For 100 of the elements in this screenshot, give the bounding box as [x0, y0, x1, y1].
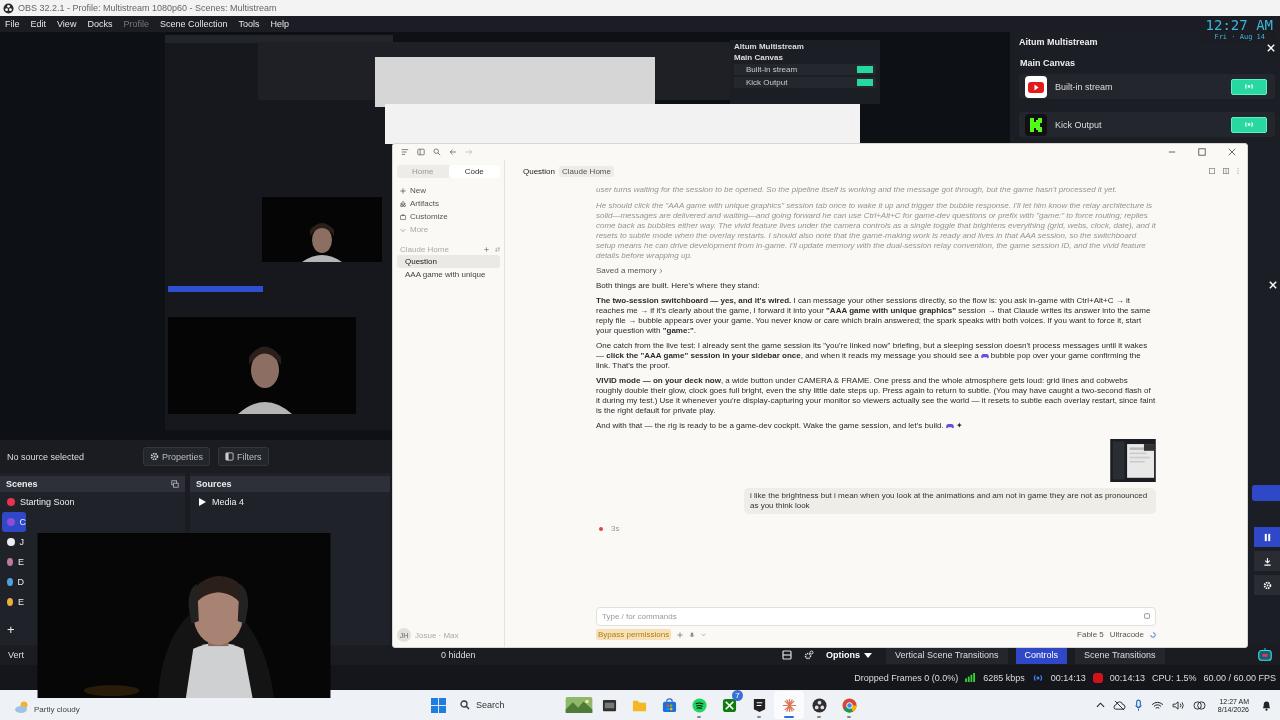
clock-overlay-time: 12:27 AM	[1205, 17, 1273, 33]
mini-dock-title: Altum Multistream	[734, 42, 805, 51]
bell-icon[interactable]	[1261, 699, 1272, 711]
microphone-icon[interactable]	[1133, 698, 1143, 712]
caret-icon	[864, 652, 872, 658]
stream-toggle-button[interactable]	[1231, 78, 1267, 95]
user-name: Josue · Max	[415, 630, 459, 640]
conversation-title: Question	[523, 166, 556, 176]
settings-button[interactable]	[1254, 575, 1280, 595]
options-button[interactable]: Options	[826, 650, 872, 660]
record-icon	[1092, 672, 1103, 683]
chat-item[interactable]: AAA game with unique	[397, 268, 500, 281]
filters-button[interactable]: Filters	[218, 447, 269, 466]
taskbar-app[interactable]: 7	[714, 691, 744, 719]
source-item[interactable]: Media 4	[190, 492, 390, 512]
hearts-icon[interactable]	[1192, 699, 1206, 711]
model-selector[interactable]: Fable 5	[1077, 630, 1104, 639]
weather-text: Partly cloudy	[34, 705, 81, 714]
menu-item[interactable]: Edit	[30, 19, 47, 29]
window-title: OBS 32.2.1 - Profile: Multistream 1080p60 - Scenes: Multistream	[18, 3, 277, 13]
play-logo-icon	[1025, 75, 1047, 98]
response-paragraph: One catch from the live test: I already sent the game session its "you're linked now" briefing, but a sleeping session doesn't process messages until it wakes — click the "AAA game" session in your sidebar once, and when it reads my message you should see a bubble pop over your game confirming the link. That's the proof.	[596, 341, 1149, 371]
scene-item[interactable]: E	[0, 592, 24, 612]
menu-icon[interactable]	[401, 148, 409, 156]
shield-icon	[751, 697, 767, 713]
hidden-count: 0 hidden	[441, 650, 477, 660]
menu-item[interactable]: Scene Collection	[159, 19, 228, 29]
add-scene-button[interactable]: +	[3, 622, 19, 637]
search-icon[interactable]	[433, 148, 441, 156]
broadcast-icon	[1031, 673, 1044, 682]
start-icon[interactable]	[431, 697, 446, 713]
chevron-up-icon[interactable]	[1095, 702, 1105, 708]
attach-icon[interactable]	[1144, 613, 1150, 619]
store-icon	[661, 697, 677, 713]
stream-toggle-button[interactable]	[1231, 116, 1267, 133]
pause-icon	[1262, 532, 1272, 542]
sidebar-icon[interactable]	[417, 148, 425, 156]
mode-tab[interactable]: Code	[448, 165, 500, 178]
elapsed-time: 3s	[611, 524, 620, 533]
thinking-text: He should click the "AAA game with unique graphics" session tab once to wake it up and trigger the bubble response. I'll let him know the relay architecture is solid—messages are delivered and waiting—and going forward he can use Ctrl+Alt+C for game-dev questions or prefix with "game:" to force routing; replies come back as bubbles either way. The vivid feature lives under the camera controls as a single toggle that brightens everything (grid, webs, clock, date), and it resets to subtle mode when the overlay restarts. I should also note that the game-making work is ready and lives in that AAA session, so the switchboard setup means he can drive development from in-game. I'll update memory with the dual-session relay convention, the game session ID, and the vivid feature details before wrapping up.	[596, 201, 1156, 261]
volume-icon[interactable]	[1171, 700, 1185, 710]
nav-item[interactable]: Customize	[397, 210, 500, 223]
project-tag[interactable]: Claude Home	[559, 165, 614, 177]
app-icon	[601, 697, 617, 713]
shapes-icon	[400, 200, 406, 207]
nav-item[interactable]: New	[397, 184, 500, 197]
mini-output-label: Kick Output	[746, 78, 788, 87]
menu-item[interactable]: File	[5, 19, 20, 29]
cloud-off-icon[interactable]	[1112, 699, 1126, 711]
response-paragraph: VIVID mode — on your deck now, a wide button under CAMERA & FRAME. One press and the whole atmosphere gets loud: grid lines and cobwebs roughly double their glow, clock goes full bright, even the shy little date steps up. Press again to return to subtle. (You may have caught a two-second flash of it during my test.) Use it whenever you're display-capturing your monitor so viewers actually see the world — it resets to subtle each overlay restart, since faint is the right default for private play.	[596, 376, 1156, 416]
response-paragraph: Both things are built. Here's where they stand:	[596, 281, 761, 291]
cpu-usage: CPU: 1.5%	[1151, 672, 1197, 683]
back-icon[interactable]	[449, 148, 457, 156]
frame-rate: 60.00 / 60.00 FPS	[1203, 672, 1276, 683]
scene-item[interactable]: C	[2, 512, 26, 532]
memory-link[interactable]: Saved a memory	[596, 266, 664, 276]
robot-icon[interactable]	[1256, 647, 1273, 663]
menu-item[interactable]: Help	[270, 19, 289, 29]
menu-item[interactable]: View	[57, 19, 77, 29]
plus-icon[interactable]	[484, 247, 489, 252]
message-input[interactable]: Type / for commands	[596, 607, 1156, 626]
scene-item[interactable]: E	[0, 552, 24, 572]
k-logo-icon	[1025, 113, 1047, 136]
briefcase-icon	[400, 213, 406, 220]
search-field[interactable]: Search	[454, 694, 564, 716]
properties-button[interactable]: Properties	[143, 447, 211, 466]
menu-item[interactable]: Tools	[238, 19, 260, 29]
download-button[interactable]	[1254, 551, 1280, 571]
gamepad-icon	[980, 352, 989, 359]
effort-selector[interactable]: Ultracode	[1109, 630, 1144, 639]
nav-item[interactable]: Artifacts	[397, 197, 500, 210]
settings-icon[interactable]	[804, 650, 814, 660]
landscape-icon	[565, 697, 593, 713]
search-icon	[460, 700, 470, 710]
microphone-icon[interactable]	[689, 631, 696, 638]
dropped-frames: Dropped Frames 0 (0.0%)	[854, 672, 959, 683]
chevron-down-icon	[400, 226, 406, 233]
circle-logo-icon	[811, 697, 827, 713]
panel-icon[interactable]	[1209, 168, 1215, 174]
chat-item[interactable]: Question	[397, 255, 500, 268]
undock-icon[interactable]	[171, 480, 179, 488]
section-heading: Main Canvas	[1020, 58, 1077, 68]
notification-badge: 7	[732, 690, 743, 701]
spinner-icon	[1150, 631, 1156, 638]
layout-icon[interactable]	[782, 650, 792, 660]
thinking-text: user turns waiting for the session to be opened. So the pipeline itself is working and the message got through, but the game hasn't processed it yet.	[596, 185, 1118, 195]
pause-button[interactable]	[1254, 527, 1280, 547]
gamepad-icon	[945, 422, 954, 429]
maximize-icon[interactable]	[1198, 148, 1206, 156]
progress-dot-icon	[599, 526, 603, 531]
scene-item[interactable]: J	[0, 532, 24, 552]
menu-item[interactable]: Docks	[87, 19, 113, 29]
panel-icon[interactable]	[1223, 168, 1229, 174]
asterisk-icon	[781, 697, 797, 713]
wifi-icon[interactable]	[1150, 700, 1164, 710]
mini-dock-section: Main Canvas	[734, 53, 876, 62]
dock-title: Aitum Multistream	[1019, 37, 1098, 47]
scene-item[interactable]: Starting Soon	[0, 492, 185, 512]
section-label: Claude Home	[400, 245, 450, 254]
scene-item[interactable]: D	[0, 572, 24, 592]
